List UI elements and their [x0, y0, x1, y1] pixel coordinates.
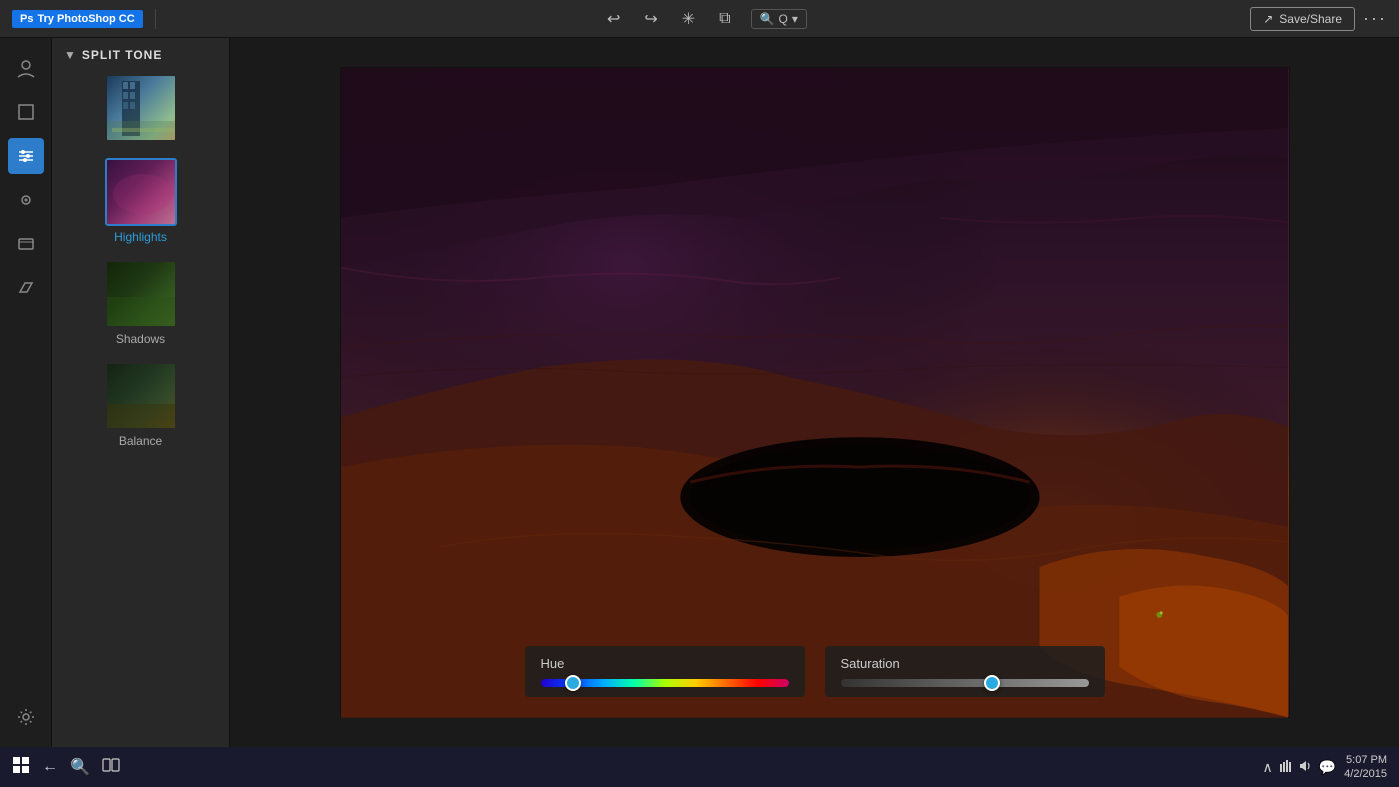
sidebar-item-profile[interactable]	[8, 50, 44, 86]
highlights-label: Highlights	[114, 230, 167, 244]
hue-track-container[interactable]	[541, 679, 789, 687]
clock-time: 5:07 PM	[1344, 753, 1387, 767]
hue-slider-group: Hue	[525, 646, 805, 697]
settings-button[interactable]	[8, 699, 44, 735]
hue-saturation-panel: Hue Saturation	[525, 646, 1105, 697]
sidebar-item-crop[interactable]	[8, 94, 44, 130]
taskbar: ← 🔍 ∧	[0, 747, 1399, 787]
panel-item-shadows[interactable]: Shadows	[60, 260, 221, 346]
panel-header: ▼ SPLIT TONE	[60, 48, 221, 62]
saturation-track	[841, 679, 1089, 687]
save-share-button[interactable]: ↗ Save/Share	[1250, 7, 1355, 31]
zoom-value: Q	[779, 12, 788, 26]
sidebar-item-adjustments[interactable]	[8, 138, 44, 174]
system-tray: ∧ 💬	[1262, 759, 1336, 776]
volume-icon[interactable]	[1299, 759, 1313, 776]
taskbar-right: ∧ 💬 5:07 PM 4/2/2015	[1262, 753, 1387, 782]
main-image-canvas: Hue Saturation	[340, 67, 1290, 718]
back-button[interactable]: ←	[42, 758, 58, 776]
sidebar-item-erase[interactable]	[8, 270, 44, 306]
compare-button[interactable]: ⧉	[715, 6, 734, 32]
panel-thumb-balance	[105, 362, 177, 430]
toolbar-center: ↩ ↪ ✳ ⧉ 🔍 Q ▾	[603, 5, 807, 33]
zoom-control[interactable]: 🔍 Q ▾	[751, 9, 807, 29]
balance-label: Balance	[119, 434, 162, 448]
panel-thumb-highlights	[105, 158, 177, 226]
zoom-icon: 🔍	[760, 12, 775, 26]
saturation-label: Saturation	[841, 656, 1089, 671]
toolbar-divider	[155, 9, 156, 29]
time-display: 5:07 PM 4/2/2015	[1344, 753, 1387, 782]
saturation-track-container[interactable]	[841, 679, 1089, 687]
panel-thumb-original	[105, 74, 177, 142]
panel-item-balance[interactable]: Balance	[60, 362, 221, 448]
save-share-label: Save/Share	[1279, 12, 1342, 26]
zoom-arrow: ▾	[792, 12, 798, 26]
share-icon: ↗	[1263, 12, 1273, 26]
toolbar-left: Ps Try PhotoShop CC	[12, 9, 160, 29]
crop-tool-button[interactable]: ✳	[678, 5, 699, 33]
network-icon[interactable]	[1279, 759, 1293, 776]
ps-logo: Ps	[20, 13, 33, 25]
panel-item-highlights[interactable]: Highlights	[60, 158, 221, 244]
panel-thumb-shadows	[105, 260, 177, 328]
top-toolbar: Ps Try PhotoShop CC ↩ ↪ ✳ ⧉ 🔍 Q ▾ ↗ Save…	[0, 0, 1399, 38]
windows-start-button[interactable]	[12, 756, 30, 779]
taskbar-left: ← 🔍	[12, 756, 120, 779]
saturation-slider-group: Saturation	[825, 646, 1105, 697]
panel-thumb-img-balance	[107, 364, 175, 428]
redo-button[interactable]: ↪	[640, 5, 661, 33]
toolbar-right: ↗ Save/Share ···	[1250, 7, 1387, 31]
photoshop-badge[interactable]: Ps Try PhotoShop CC	[12, 10, 143, 28]
panel-collapse-arrow[interactable]: ▼	[64, 48, 76, 62]
landscape-svg	[341, 68, 1289, 718]
hue-label: Hue	[541, 656, 789, 671]
more-options-button[interactable]: ···	[1363, 8, 1387, 29]
task-view-button[interactable]	[102, 758, 120, 777]
hue-thumb[interactable]	[565, 675, 581, 691]
sidebar-item-view[interactable]	[8, 182, 44, 218]
search-button[interactable]: 🔍	[70, 757, 90, 777]
shadows-label: Shadows	[116, 332, 165, 346]
panel-thumb-img-original	[107, 76, 175, 140]
panel-thumb-img-highlights	[107, 160, 175, 224]
ps-badge-text: Try PhotoShop CC	[37, 13, 134, 25]
panel-sidebar: ▼ SPLIT TONE	[52, 38, 230, 747]
main-area: Hue Saturation	[230, 38, 1399, 747]
icon-sidebar	[0, 38, 52, 747]
landscape-background: Hue Saturation	[341, 68, 1289, 717]
notification-icon[interactable]: 💬	[1319, 759, 1336, 776]
panel-title: SPLIT TONE	[82, 48, 162, 62]
sidebar-item-layers[interactable]	[8, 226, 44, 262]
chevron-up-icon[interactable]: ∧	[1262, 759, 1272, 776]
clock-date: 4/2/2015	[1344, 767, 1387, 781]
saturation-thumb[interactable]	[984, 675, 1000, 691]
panel-thumb-img-shadows	[107, 262, 175, 326]
undo-button[interactable]: ↩	[603, 5, 624, 33]
panel-item-original[interactable]	[60, 74, 221, 142]
